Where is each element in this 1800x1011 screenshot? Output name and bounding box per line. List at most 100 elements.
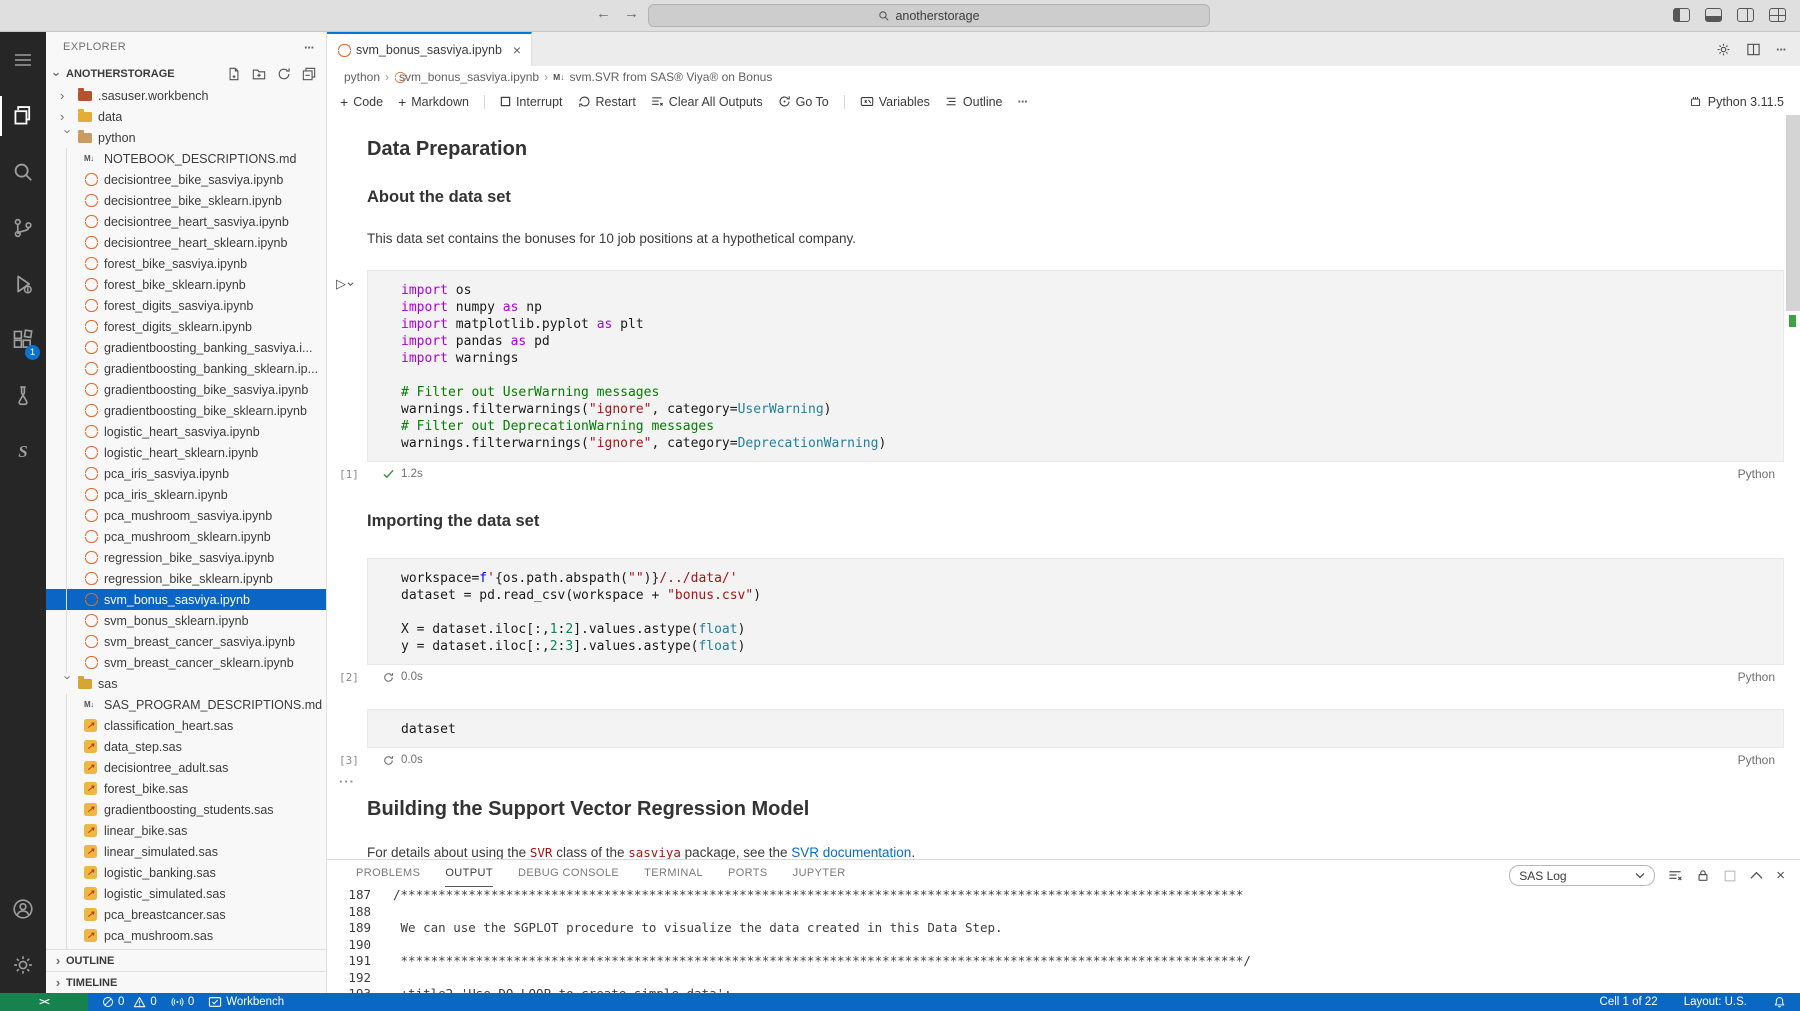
outline-section[interactable]: › OUTLINE xyxy=(46,949,326,971)
search-view-icon[interactable] xyxy=(0,144,46,200)
panel-tab-debug-console[interactable]: DEBUG CONSOLE xyxy=(518,860,619,887)
open-output-in-editor-icon[interactable] xyxy=(1723,869,1737,883)
toggle-panel-icon[interactable] xyxy=(1705,8,1722,22)
tree-item[interactable]: svm_breast_cancer_sklearn.ipynb xyxy=(46,652,326,673)
tree-item[interactable]: forest_bike_sklearn.ipynb xyxy=(46,274,326,295)
interrupt-button[interactable]: Interrupt xyxy=(500,95,563,109)
tree-item[interactable]: gradientboosting_bike_sklearn.ipynb xyxy=(46,400,326,421)
explorer-more-actions-icon[interactable]: ··· xyxy=(304,40,314,55)
sas-log-output[interactable]: 187/************************************… xyxy=(327,887,1786,993)
refresh-explorer-icon[interactable] xyxy=(277,67,291,81)
code-cell-2[interactable]: workspace=f'{os.path.abspath("")}/../dat… xyxy=(367,558,1784,689)
tree-item[interactable]: ↗forest_bike.sas xyxy=(46,778,326,799)
testing-icon[interactable] xyxy=(0,368,46,424)
outline-button[interactable]: Outline xyxy=(945,95,1003,109)
nav-forward-button[interactable]: → xyxy=(624,5,639,22)
source-control-icon[interactable] xyxy=(0,200,46,256)
panel-tab-terminal[interactable]: TERMINAL xyxy=(644,860,703,887)
tree-item[interactable]: ↗gradientboosting_students.sas xyxy=(46,799,326,820)
breadcrumb-heading[interactable]: svm.SVR from SAS® Viya® on Bonus xyxy=(569,70,772,84)
add-markdown-cell-button[interactable]: +Markdown xyxy=(398,94,469,110)
menu-icon[interactable] xyxy=(0,32,46,88)
breadcrumb-folder[interactable]: python xyxy=(344,70,380,84)
tree-item[interactable]: ↗data_step.sas xyxy=(46,736,326,757)
tree-item[interactable]: decisiontree_bike_sasviya.ipynb xyxy=(46,169,326,190)
tree-item[interactable]: svm_breast_cancer_sasviya.ipynb xyxy=(46,631,326,652)
tree-item[interactable]: decisiontree_heart_sklearn.ipynb xyxy=(46,232,326,253)
command-center-search[interactable]: anotherstorage xyxy=(648,4,1210,27)
maximize-panel-icon[interactable] xyxy=(1750,871,1763,880)
toolbar-more-icon[interactable]: ··· xyxy=(1018,94,1028,109)
tree-item[interactable]: ↗pca_simulated.sas xyxy=(46,946,326,949)
sas-extension-icon[interactable]: S xyxy=(0,424,46,480)
tree-item[interactable]: svm_bonus_sasviya.ipynb xyxy=(46,589,326,610)
panel-tab-problems[interactable]: PROBLEMS xyxy=(356,860,420,887)
tree-item[interactable]: decisiontree_heart_sasviya.ipynb xyxy=(46,211,326,232)
clear-output-icon[interactable] xyxy=(1668,868,1683,883)
tree-item[interactable]: M↓SAS_PROGRAM_DESCRIPTIONS.md xyxy=(46,694,326,715)
timeline-section[interactable]: › TIMELINE xyxy=(46,971,326,993)
run-debug-icon[interactable] xyxy=(0,256,46,312)
tree-item[interactable]: ↗pca_breastcancer.sas xyxy=(46,904,326,925)
toggle-secondary-sidebar-icon[interactable] xyxy=(1737,8,1754,22)
kernel-picker[interactable]: Python 3.11.5 xyxy=(1689,95,1800,109)
tree-item[interactable]: ↗logistic_banking.sas xyxy=(46,862,326,883)
panel-tab-output[interactable]: OUTPUT xyxy=(445,860,493,887)
workbench-indicator[interactable]: Workbench xyxy=(208,996,284,1008)
panel-tab-ports[interactable]: PORTS xyxy=(728,860,768,887)
notebook-settings-gear-icon[interactable] xyxy=(1716,42,1731,57)
tree-item[interactable]: ›python xyxy=(46,127,326,148)
documentation-link[interactable]: SVR documentation xyxy=(791,845,911,859)
cell-language[interactable]: Python xyxy=(1738,467,1775,481)
collapse-folders-icon[interactable] xyxy=(302,67,316,81)
breadcrumb-file[interactable]: svm_bonus_sasviya.ipynb xyxy=(399,70,539,84)
tree-item[interactable]: pca_iris_sasviya.ipynb xyxy=(46,463,326,484)
tree-item[interactable]: pca_mushroom_sasviya.ipynb xyxy=(46,505,326,526)
close-panel-icon[interactable]: × xyxy=(1776,867,1785,884)
tree-item[interactable]: ›data xyxy=(46,106,326,127)
run-cell-button[interactable]: ▷ xyxy=(336,277,354,290)
tree-item[interactable]: regression_bike_sasviya.ipynb xyxy=(46,547,326,568)
nav-back-button[interactable]: ← xyxy=(596,5,611,22)
cell-editor[interactable]: workspace=f'{os.path.abspath("")}/../dat… xyxy=(367,558,1784,665)
code-cell-3[interactable]: dataset [3] 0.0s Python xyxy=(367,709,1784,772)
output-channel-select[interactable]: SAS Log xyxy=(1509,865,1655,886)
tree-item[interactable]: forest_bike_sasviya.ipynb xyxy=(46,253,326,274)
tree-item[interactable]: gradientboosting_banking_sklearn.ip... xyxy=(46,358,326,379)
notebook-scrollbar[interactable] xyxy=(1786,115,1800,311)
tree-item[interactable]: ↗classification_heart.sas xyxy=(46,715,326,736)
settings-gear-icon[interactable] xyxy=(0,937,46,993)
tree-item[interactable]: gradientboosting_banking_sasviya.i... xyxy=(46,337,326,358)
cell-language[interactable]: Python xyxy=(1738,670,1775,684)
tree-item[interactable]: decisiontree_bike_sklearn.ipynb xyxy=(46,190,326,211)
restart-button[interactable]: Restart xyxy=(578,95,636,109)
new-folder-icon[interactable] xyxy=(252,67,266,81)
tree-item[interactable]: forest_digits_sasviya.ipynb xyxy=(46,295,326,316)
cell-editor[interactable]: import osimport numpy as npimport matplo… xyxy=(367,270,1784,462)
customize-layout-icon[interactable] xyxy=(1769,8,1786,22)
workspace-root[interactable]: › ANOTHERSTORAGE xyxy=(46,62,326,85)
tree-item[interactable]: forest_digits_sklearn.ipynb xyxy=(46,316,326,337)
tree-item[interactable]: logistic_heart_sasviya.ipynb xyxy=(46,421,326,442)
goto-button[interactable]: Go To xyxy=(778,95,829,109)
tree-item[interactable]: pca_iris_sklearn.ipynb xyxy=(46,484,326,505)
tree-item[interactable]: logistic_heart_sklearn.ipynb xyxy=(46,442,326,463)
ports-indicator[interactable]: 0 xyxy=(171,996,194,1008)
panel-tab-jupyter[interactable]: JUPYTER xyxy=(793,860,846,887)
tree-item[interactable]: gradientboosting_bike_sasviya.ipynb xyxy=(46,379,326,400)
notifications-bell-icon[interactable] xyxy=(1773,996,1786,1009)
cell-editor[interactable]: dataset xyxy=(367,709,1784,748)
extensions-icon[interactable]: 1 xyxy=(0,312,46,368)
tree-item[interactable]: M↓NOTEBOOK_DESCRIPTIONS.md xyxy=(46,148,326,169)
code-cell-1[interactable]: ▷ import osimport numpy as npimport matp… xyxy=(367,270,1784,486)
lock-scroll-icon[interactable] xyxy=(1696,868,1710,883)
collapsed-cells-indicator[interactable]: ··· xyxy=(339,774,1800,790)
tree-item[interactable]: ↗logistic_simulated.sas xyxy=(46,883,326,904)
account-icon[interactable] xyxy=(0,881,46,937)
split-editor-icon[interactable] xyxy=(1746,42,1761,57)
explorer-icon[interactable] xyxy=(0,88,46,144)
tab-svm-bonus-sasviya[interactable]: svm_bonus_sasviya.ipynb × xyxy=(327,32,532,66)
problems-indicator[interactable]: 0 0 xyxy=(102,996,157,1008)
toggle-primary-sidebar-icon[interactable] xyxy=(1673,8,1690,22)
remote-indicator[interactable]: >< xyxy=(0,993,88,1011)
